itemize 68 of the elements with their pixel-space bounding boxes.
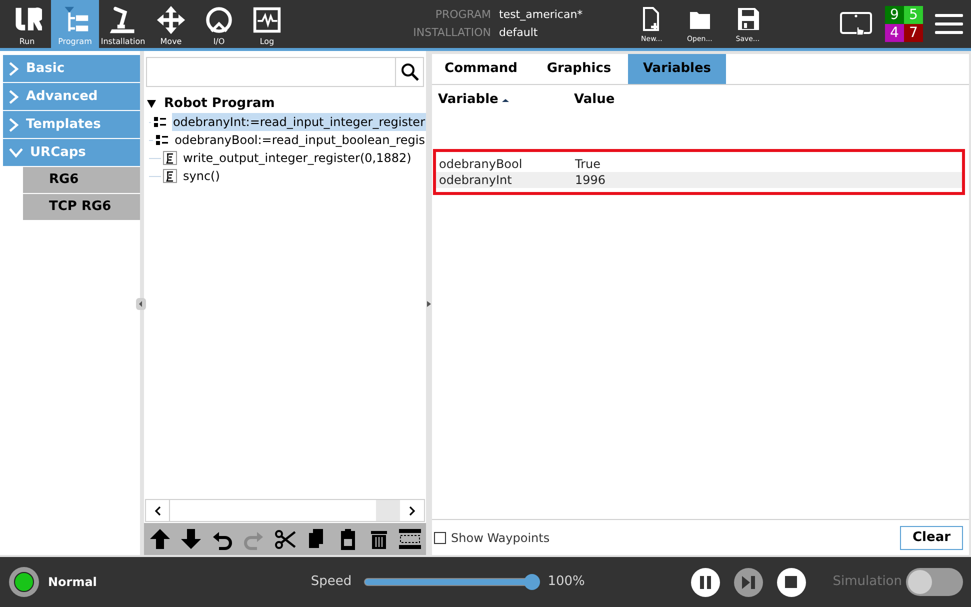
arrow-up-icon[interactable] bbox=[148, 528, 171, 550]
table-cell-text: 1996 bbox=[575, 172, 606, 189]
chevron-down-icon bbox=[9, 148, 23, 158]
expand-toggle[interactable] bbox=[147, 100, 159, 108]
chevron-right-icon bbox=[9, 118, 19, 132]
scissors-icon[interactable] bbox=[274, 528, 296, 550]
search-field[interactable] bbox=[146, 57, 424, 87]
gauge-icon bbox=[204, 5, 234, 35]
sort-ascending-icon[interactable] bbox=[502, 98, 510, 102]
nav-tab[interactable]: Move bbox=[147, 0, 195, 48]
simulation-toggle[interactable] bbox=[906, 568, 963, 596]
step-button[interactable] bbox=[734, 568, 763, 596]
urcap-item[interactable]: RG6 bbox=[23, 167, 140, 193]
four-arrows-icon bbox=[156, 5, 186, 35]
table-cell-text: odebranyInt bbox=[439, 172, 513, 189]
assignment-icon bbox=[152, 115, 167, 129]
table-cell-text: odebranyBool bbox=[439, 156, 524, 173]
nav-tab[interactable]: Installation bbox=[99, 0, 147, 48]
triangle-down-icon[interactable] bbox=[147, 100, 156, 108]
assignment-icon bbox=[154, 133, 169, 147]
menu-icon[interactable] bbox=[935, 13, 963, 35]
info-label: INSTALLATION bbox=[412, 24, 491, 40]
pause-button[interactable] bbox=[690, 568, 720, 596]
io-counter: 4 bbox=[885, 24, 904, 42]
column-header[interactable]: Value bbox=[574, 90, 615, 110]
io-counter: 9 bbox=[885, 6, 904, 24]
column-header[interactable]: Variable bbox=[438, 90, 498, 110]
search-icon[interactable] bbox=[400, 63, 418, 81]
checkbox-label[interactable]: Show Waypoints bbox=[451, 528, 550, 546]
info-label: PROGRAM bbox=[434, 7, 491, 23]
io-counter: 7 bbox=[904, 24, 923, 42]
nav-tab[interactable]: I/O bbox=[195, 0, 243, 48]
simulation-label: Simulation bbox=[832, 573, 902, 592]
tree-node[interactable]: odebranyInt:=read_input_integer_register bbox=[172, 113, 426, 131]
io-counter: 5 bbox=[904, 6, 923, 24]
tree-node[interactable]: odebranyBool:=read_input_boolean_regis bbox=[174, 131, 426, 149]
speed-label: Speed bbox=[310, 573, 352, 592]
chevron-right-icon bbox=[408, 506, 416, 516]
tree-node[interactable]: sync() bbox=[182, 167, 221, 185]
log-graph-icon bbox=[252, 5, 282, 35]
clear-button[interactable]: Clear bbox=[900, 526, 963, 550]
speed-reading: 100% bbox=[548, 573, 585, 592]
arrow-down-icon[interactable] bbox=[180, 528, 202, 550]
tree-node[interactable]: write_output_integer_register(0,1882) bbox=[182, 149, 412, 167]
table-cell-text: True bbox=[575, 156, 600, 173]
urcap-item[interactable]: TCP RG6 bbox=[23, 194, 140, 220]
info-value: default bbox=[499, 24, 538, 40]
tab[interactable]: Variables bbox=[628, 54, 726, 84]
nav-tab[interactable]: Log bbox=[243, 0, 291, 48]
stop-icon bbox=[785, 576, 798, 588]
scrollbar-thumb[interactable] bbox=[376, 500, 400, 521]
horizontal-scrollbar[interactable] bbox=[145, 499, 425, 522]
tree-root[interactable]: Robot Program bbox=[164, 94, 275, 114]
nav-tab[interactable]: Run bbox=[3, 0, 51, 48]
script-icon bbox=[163, 169, 177, 183]
pause-icon bbox=[700, 576, 711, 588]
chevron-right-icon bbox=[9, 90, 19, 104]
step-forward-icon bbox=[742, 576, 755, 588]
checkbox[interactable] bbox=[434, 532, 446, 544]
chevron-right-icon bbox=[9, 62, 19, 76]
info-value: test_american* bbox=[499, 7, 583, 23]
robot-state: Normal bbox=[48, 574, 97, 591]
stop-button[interactable] bbox=[776, 568, 806, 596]
slider-thumb[interactable] bbox=[524, 574, 540, 590]
collapse-handle-icon[interactable] bbox=[136, 298, 146, 310]
suppress-icon[interactable] bbox=[399, 528, 422, 550]
chevron-left-icon bbox=[154, 506, 162, 516]
script-icon bbox=[163, 151, 177, 165]
